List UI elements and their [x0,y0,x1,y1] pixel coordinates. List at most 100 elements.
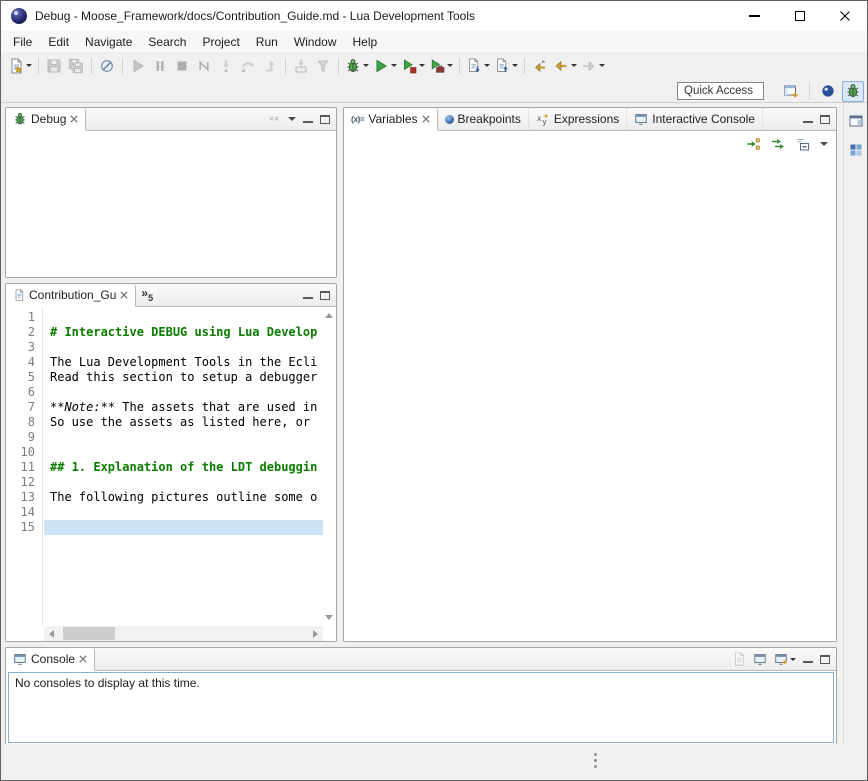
restore-minimized-view-button[interactable] [846,111,866,131]
tab-contribution-guide[interactable]: Contribution_Gu [6,284,136,307]
file-icon [13,288,25,302]
menu-item-file[interactable]: File [5,33,40,51]
close-icon[interactable] [120,291,128,299]
tab-breakpoints[interactable]: Breakpoints [438,108,529,130]
code-line[interactable] [50,475,323,490]
back-button[interactable] [551,55,579,77]
tab-variables[interactable]: (x)= Variables [344,108,438,131]
code-line[interactable]: **Note:** The assets that are used in [50,400,323,415]
minimize-view-button[interactable] [303,114,313,124]
debug-view-toolbar [267,108,336,130]
menu-item-help[interactable]: Help [345,33,386,51]
next-annotation-button[interactable] [464,55,492,77]
overflow-count: 5 [148,293,153,303]
resume-button[interactable] [127,55,149,77]
menu-item-window[interactable]: Window [286,33,345,51]
save-all-button[interactable] [65,55,87,77]
new-wizard-button[interactable] [6,55,34,77]
code-segment: The following pictures outline some o [50,490,317,504]
open-console-button[interactable] [774,652,796,666]
skip-all-breakpoints-button[interactable] [96,55,118,77]
code-line[interactable]: # Interactive DEBUG using Lua Develop [50,325,323,340]
code-line[interactable] [50,505,323,520]
tab-debug[interactable]: Debug [6,108,86,131]
maximize-view-button[interactable] [320,115,330,124]
code-line[interactable] [50,430,323,445]
last-edit-location-button[interactable] [529,55,551,77]
forward-button[interactable] [579,55,607,77]
code-line[interactable]: The following pictures outline some o [50,490,323,505]
use-step-filters-button[interactable] [312,55,334,77]
menu-item-navigate[interactable]: Navigate [77,33,140,51]
save-button[interactable] [43,55,65,77]
tab-interactive-console[interactable]: Interactive Console [627,108,763,130]
show-columns-icon[interactable] [770,136,786,152]
tab-console[interactable]: Console [6,648,95,671]
menu-item-edit[interactable]: Edit [40,33,77,51]
scroll-left-arrow[interactable] [44,626,59,641]
display-selected-console-icon[interactable] [753,652,767,666]
code-line[interactable]: The Lua Development Tools in the Ecli [50,355,323,370]
menu-item-project[interactable]: Project [194,33,247,51]
scroll-down-arrow[interactable] [325,615,333,620]
previous-annotation-button[interactable] [492,55,520,77]
window-maximize-button[interactable] [777,1,822,31]
window-minimize-button[interactable] [732,1,777,31]
step-over-button[interactable] [237,55,259,77]
scroll-up-arrow[interactable] [325,313,333,318]
code-line[interactable] [50,385,323,400]
step-return-button[interactable] [259,55,281,77]
maximize-view-button[interactable] [820,115,830,124]
maximize-view-button[interactable] [320,291,330,300]
scroll-right-arrow[interactable] [308,626,323,641]
collapse-all-icon[interactable] [795,136,811,152]
show-logical-structure-icon[interactable] [745,136,761,152]
view-menu-icon[interactable] [288,117,296,121]
debug-perspective-button[interactable] [842,81,864,102]
close-icon[interactable] [70,115,78,123]
external-tools-button[interactable] [427,55,455,77]
run-button[interactable] [371,55,399,77]
tab-expressions[interactable]: xy Expressions [529,108,627,130]
code-line[interactable] [50,340,323,355]
quick-access-input[interactable]: Quick Access [677,82,764,100]
step-into-button[interactable] [215,55,237,77]
code-line[interactable] [50,310,323,325]
minimize-view-button[interactable] [803,654,813,664]
horizontal-scrollbar[interactable] [44,626,323,641]
maximize-view-button[interactable] [820,655,830,664]
run-icon [373,58,389,74]
editor-text[interactable]: # Interactive DEBUG using Lua Develop The… [44,307,323,626]
code-line[interactable] [44,520,323,535]
trim-drag-handle[interactable] [594,753,597,771]
remove-all-terminated-icon[interactable] [267,112,281,126]
debug-view-panel: Debug [5,107,337,278]
menu-item-search[interactable]: Search [140,33,194,51]
view-menu-icon[interactable] [820,142,828,146]
open-perspective-button[interactable] [780,81,802,102]
scrollbar-track[interactable] [59,626,308,641]
open-console-page-icon[interactable] [732,652,746,666]
code-line[interactable]: Read this section to setup a debugger [50,370,323,385]
terminate-button[interactable] [171,55,193,77]
scrollbar-thumb[interactable] [63,627,115,640]
minimize-view-button[interactable] [803,114,813,124]
disconnect-button[interactable] [193,55,215,77]
drop-to-frame-button[interactable] [290,55,312,77]
tab-label: Debug [31,112,66,126]
close-icon[interactable] [79,655,87,663]
code-line[interactable]: ## 1. Explanation of the LDT debuggin [50,460,323,475]
coverage-button[interactable] [399,55,427,77]
minimize-view-button[interactable] [303,290,313,300]
minimized-view-button[interactable] [846,140,866,160]
code-line[interactable] [50,445,323,460]
minimized-views-trim [843,103,868,744]
editor-tab-overflow[interactable]: » 5 [136,284,158,306]
pause-button[interactable] [149,55,171,77]
close-icon[interactable] [422,115,430,123]
window-close-button[interactable] [822,1,867,31]
lua-perspective-button[interactable] [817,81,839,102]
code-line[interactable]: So use the assets as listed here, or [50,415,323,430]
menu-item-run[interactable]: Run [248,33,286,51]
debug-button[interactable] [343,55,371,77]
